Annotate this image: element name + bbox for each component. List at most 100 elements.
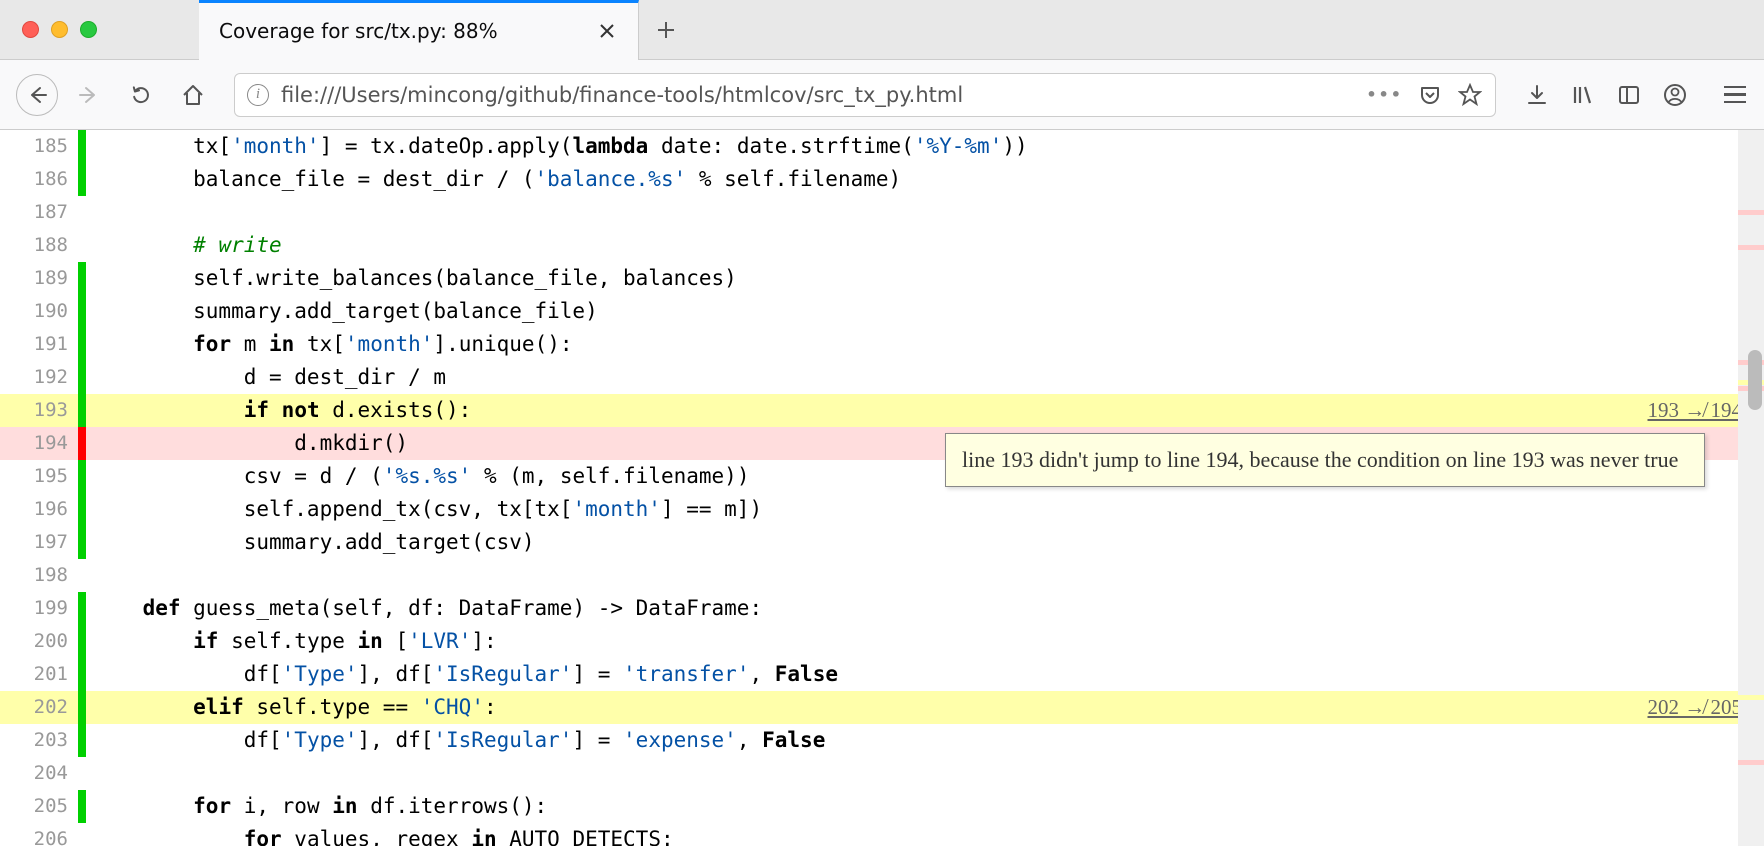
source-text: def guess_meta(self, df: DataFrame) -> D… xyxy=(92,592,1764,625)
line-number[interactable]: 191 xyxy=(0,328,78,361)
coverage-bar xyxy=(78,196,86,229)
line-number[interactable]: 190 xyxy=(0,295,78,328)
account-button[interactable] xyxy=(1662,82,1688,108)
coverage-report: 185 tx['month'] = tx.dateOp.apply(lambda… xyxy=(0,130,1764,846)
coverage-bar xyxy=(78,790,86,823)
line-number[interactable]: 206 xyxy=(0,823,78,846)
source-text: if not d.exists():193 ↛ 194 xyxy=(92,394,1764,427)
coverage-bar xyxy=(78,724,86,757)
coverage-bar xyxy=(78,757,86,790)
scrollbar-track[interactable] xyxy=(1738,130,1764,846)
source-line: 202 elif self.type == 'CHQ':202 ↛ 205 xyxy=(0,691,1764,724)
scroll-tick[interactable] xyxy=(1738,695,1764,700)
line-number[interactable]: 192 xyxy=(0,361,78,394)
source-text: if self.type in ['LVR']: xyxy=(92,625,1764,658)
library-button[interactable] xyxy=(1570,82,1596,108)
coverage-bar xyxy=(78,493,86,526)
active-tab[interactable]: Coverage for src/tx.py: 88% xyxy=(199,0,639,60)
window-controls xyxy=(0,21,119,38)
line-number[interactable]: 204 xyxy=(0,757,78,790)
coverage-bar xyxy=(78,691,86,724)
more-icon[interactable]: ••• xyxy=(1366,85,1403,104)
coverage-bar xyxy=(78,262,86,295)
branch-annotation[interactable]: 193 ↛ 194 xyxy=(1648,394,1743,427)
source-text: for values, regex in AUTO_DETECTS: xyxy=(92,823,1764,846)
source-text: self.write_balances(balance_file, balanc… xyxy=(92,262,1764,295)
line-number[interactable]: 201 xyxy=(0,658,78,691)
line-number[interactable]: 193 xyxy=(0,394,78,427)
source-line: 187 xyxy=(0,196,1764,229)
line-number[interactable]: 198 xyxy=(0,559,78,592)
url-bar[interactable]: i file:///Users/mincong/github/finance-t… xyxy=(234,73,1496,117)
line-number[interactable]: 205 xyxy=(0,790,78,823)
bookmark-button[interactable] xyxy=(1457,82,1483,108)
scroll-tick[interactable] xyxy=(1738,760,1764,765)
coverage-bar xyxy=(78,328,86,361)
coverage-bar xyxy=(78,460,86,493)
line-number[interactable]: 196 xyxy=(0,493,78,526)
coverage-bar xyxy=(78,559,86,592)
coverage-bar xyxy=(78,361,86,394)
line-number[interactable]: 195 xyxy=(0,460,78,493)
line-number[interactable]: 202 xyxy=(0,691,78,724)
scroll-tick[interactable] xyxy=(1738,210,1764,215)
reload-button[interactable] xyxy=(120,74,162,116)
page-info-button[interactable]: i xyxy=(247,84,269,106)
downloads-button[interactable] xyxy=(1524,82,1550,108)
line-number[interactable]: 197 xyxy=(0,526,78,559)
line-number[interactable]: 199 xyxy=(0,592,78,625)
source-text: summary.add_target(csv) xyxy=(92,526,1764,559)
scroll-tick[interactable] xyxy=(1738,245,1764,250)
source-text: tx['month'] = tx.dateOp.apply(lambda dat… xyxy=(92,130,1764,163)
coverage-bar xyxy=(78,592,86,625)
coverage-bar xyxy=(78,526,86,559)
coverage-bar xyxy=(78,625,86,658)
close-tab-button[interactable] xyxy=(596,20,618,42)
star-icon xyxy=(1458,83,1482,107)
line-number[interactable]: 186 xyxy=(0,163,78,196)
minimize-window-button[interactable] xyxy=(51,21,68,38)
source-line: 186 balance_file = dest_dir / ('balance.… xyxy=(0,163,1764,196)
source-line: 185 tx['month'] = tx.dateOp.apply(lambda… xyxy=(0,130,1764,163)
sidebar-icon xyxy=(1617,83,1641,107)
pocket-button[interactable] xyxy=(1417,82,1443,108)
arrow-right-icon xyxy=(78,84,100,106)
source-text: df['Type'], df['IsRegular'] = 'transfer'… xyxy=(92,658,1764,691)
forward-button[interactable] xyxy=(68,74,110,116)
source-line: 206 for values, regex in AUTO_DETECTS: xyxy=(0,823,1764,846)
line-number[interactable]: 187 xyxy=(0,196,78,229)
branch-annotation[interactable]: 202 ↛ 205 xyxy=(1648,691,1743,724)
coverage-bar xyxy=(78,295,86,328)
line-number[interactable]: 200 xyxy=(0,625,78,658)
line-number[interactable]: 203 xyxy=(0,724,78,757)
line-number[interactable]: 189 xyxy=(0,262,78,295)
source-line: 199 def guess_meta(self, df: DataFrame) … xyxy=(0,592,1764,625)
maximize-window-button[interactable] xyxy=(80,21,97,38)
url-text: file:///Users/mincong/github/finance-too… xyxy=(281,83,1354,107)
scrollbar-thumb[interactable] xyxy=(1748,350,1762,410)
hamburger-icon xyxy=(1724,86,1746,104)
coverage-bar xyxy=(78,823,86,846)
source-line: 200 if self.type in ['LVR']: xyxy=(0,625,1764,658)
home-button[interactable] xyxy=(172,74,214,116)
source-line: 204 xyxy=(0,757,1764,790)
coverage-bar xyxy=(78,427,86,460)
source-lines: 185 tx['month'] = tx.dateOp.apply(lambda… xyxy=(0,130,1764,846)
coverage-bar xyxy=(78,163,86,196)
source-text: d = dest_dir / m xyxy=(92,361,1764,394)
line-number[interactable]: 188 xyxy=(0,229,78,262)
source-line: 197 summary.add_target(csv) xyxy=(0,526,1764,559)
tab-bar: Coverage for src/tx.py: 88% xyxy=(0,0,1764,60)
pocket-icon xyxy=(1418,83,1442,107)
back-button[interactable] xyxy=(16,74,58,116)
menu-button[interactable] xyxy=(1722,82,1748,108)
line-number[interactable]: 194 xyxy=(0,427,78,460)
source-text: # write xyxy=(92,229,1764,262)
close-window-button[interactable] xyxy=(22,21,39,38)
sidebar-button[interactable] xyxy=(1616,82,1642,108)
line-number[interactable]: 185 xyxy=(0,130,78,163)
source-text: summary.add_target(balance_file) xyxy=(92,295,1764,328)
new-tab-button[interactable] xyxy=(655,19,677,41)
toolbar: i file:///Users/mincong/github/finance-t… xyxy=(0,60,1764,130)
source-text: self.append_tx(csv, tx[tx['month'] == m]… xyxy=(92,493,1764,526)
